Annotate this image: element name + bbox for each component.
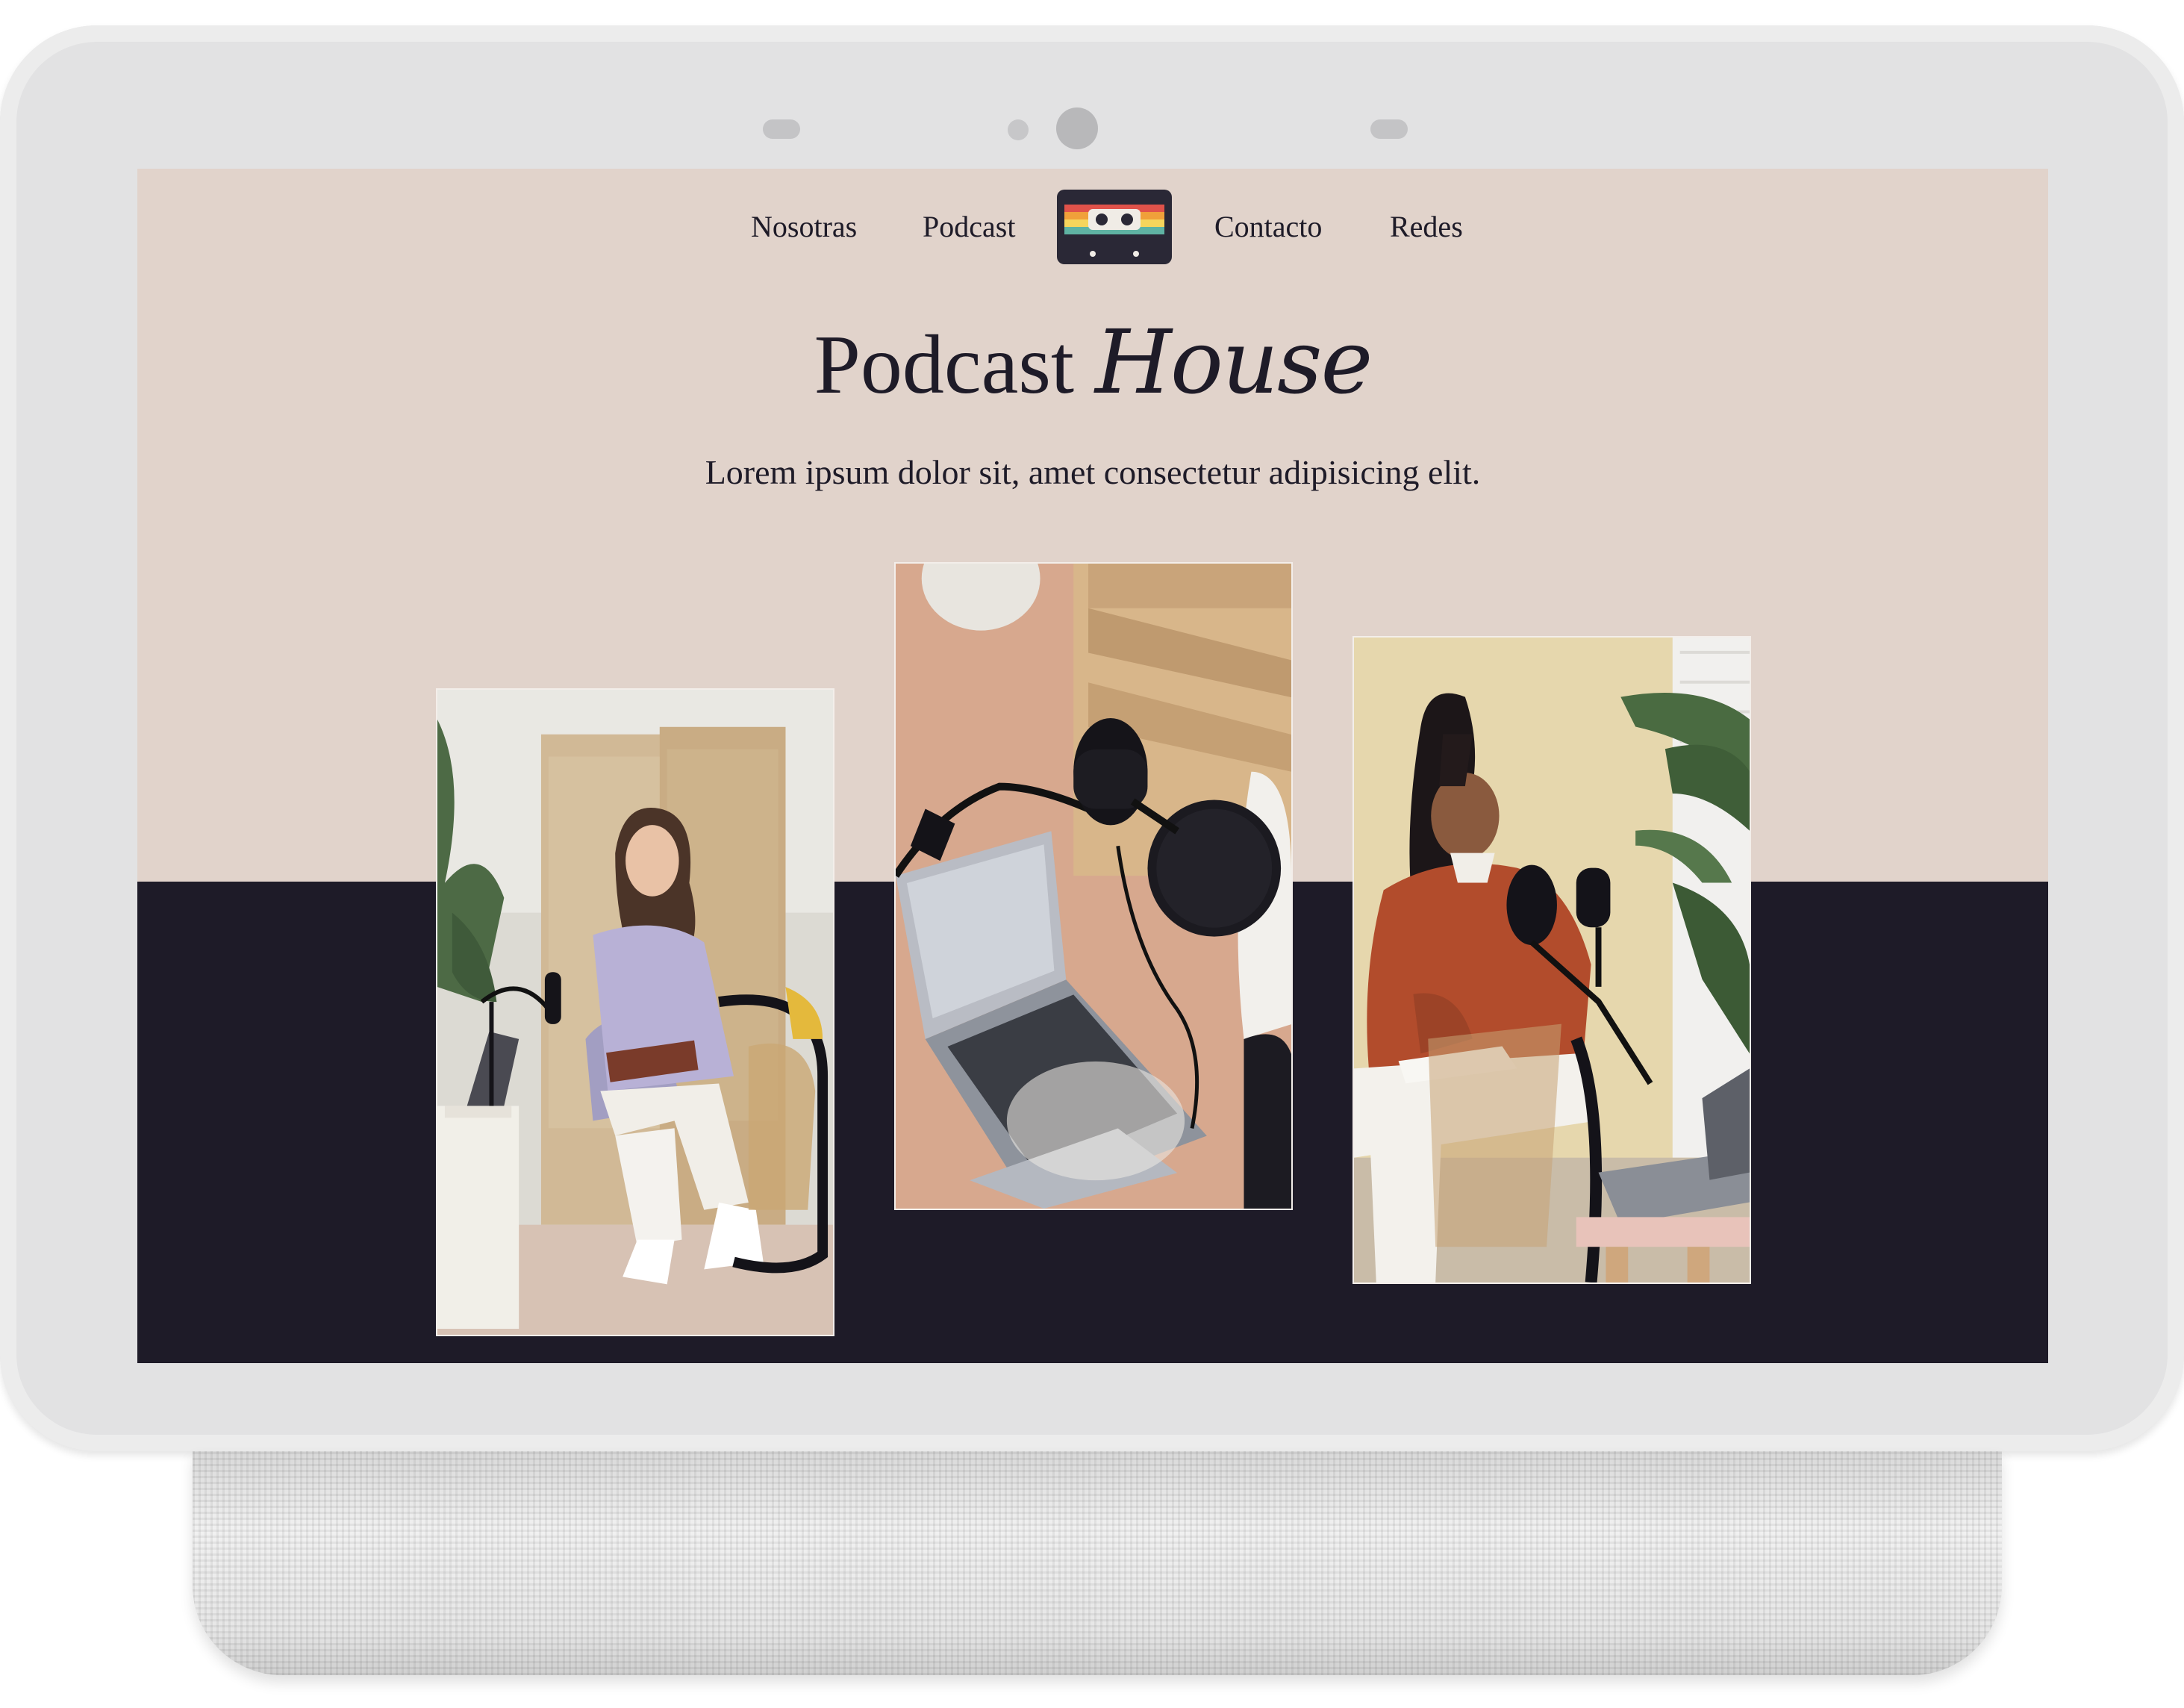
smart-display-frame: Nosotras Podcast Contacto Redes Podcast … [0, 25, 2184, 1451]
camera-lens [1056, 107, 1098, 149]
top-navigation: Nosotras Podcast Contacto Redes [137, 190, 2048, 272]
ambient-sensor-right [1370, 119, 1408, 139]
display-screen: Nosotras Podcast Contacto Redes Podcast … [137, 169, 2048, 1363]
microphone-and-laptop-photo [894, 562, 1293, 1210]
ambient-sensor-left [763, 119, 800, 139]
nav-link-contacto[interactable]: Contacto [1214, 209, 1322, 244]
woman-speaking-into-microphone-photo [1352, 636, 1751, 1284]
page-title: Podcast House [137, 318, 2048, 407]
speaker-base [193, 1451, 2002, 1675]
woman-with-microphone-photo [436, 688, 834, 1336]
nav-link-nosotras[interactable]: Nosotras [751, 209, 857, 244]
hero-subtitle: Lorem ipsum dolor sit, amet consectetur … [705, 453, 1481, 491]
title-main: Podcast [814, 319, 1075, 411]
light-sensor [1008, 119, 1029, 140]
title-script: House [1095, 311, 1373, 414]
nav-link-podcast[interactable]: Podcast [923, 209, 1015, 244]
cassette-tape-icon[interactable] [1057, 190, 1172, 264]
nav-link-redes[interactable]: Redes [1390, 209, 1463, 244]
